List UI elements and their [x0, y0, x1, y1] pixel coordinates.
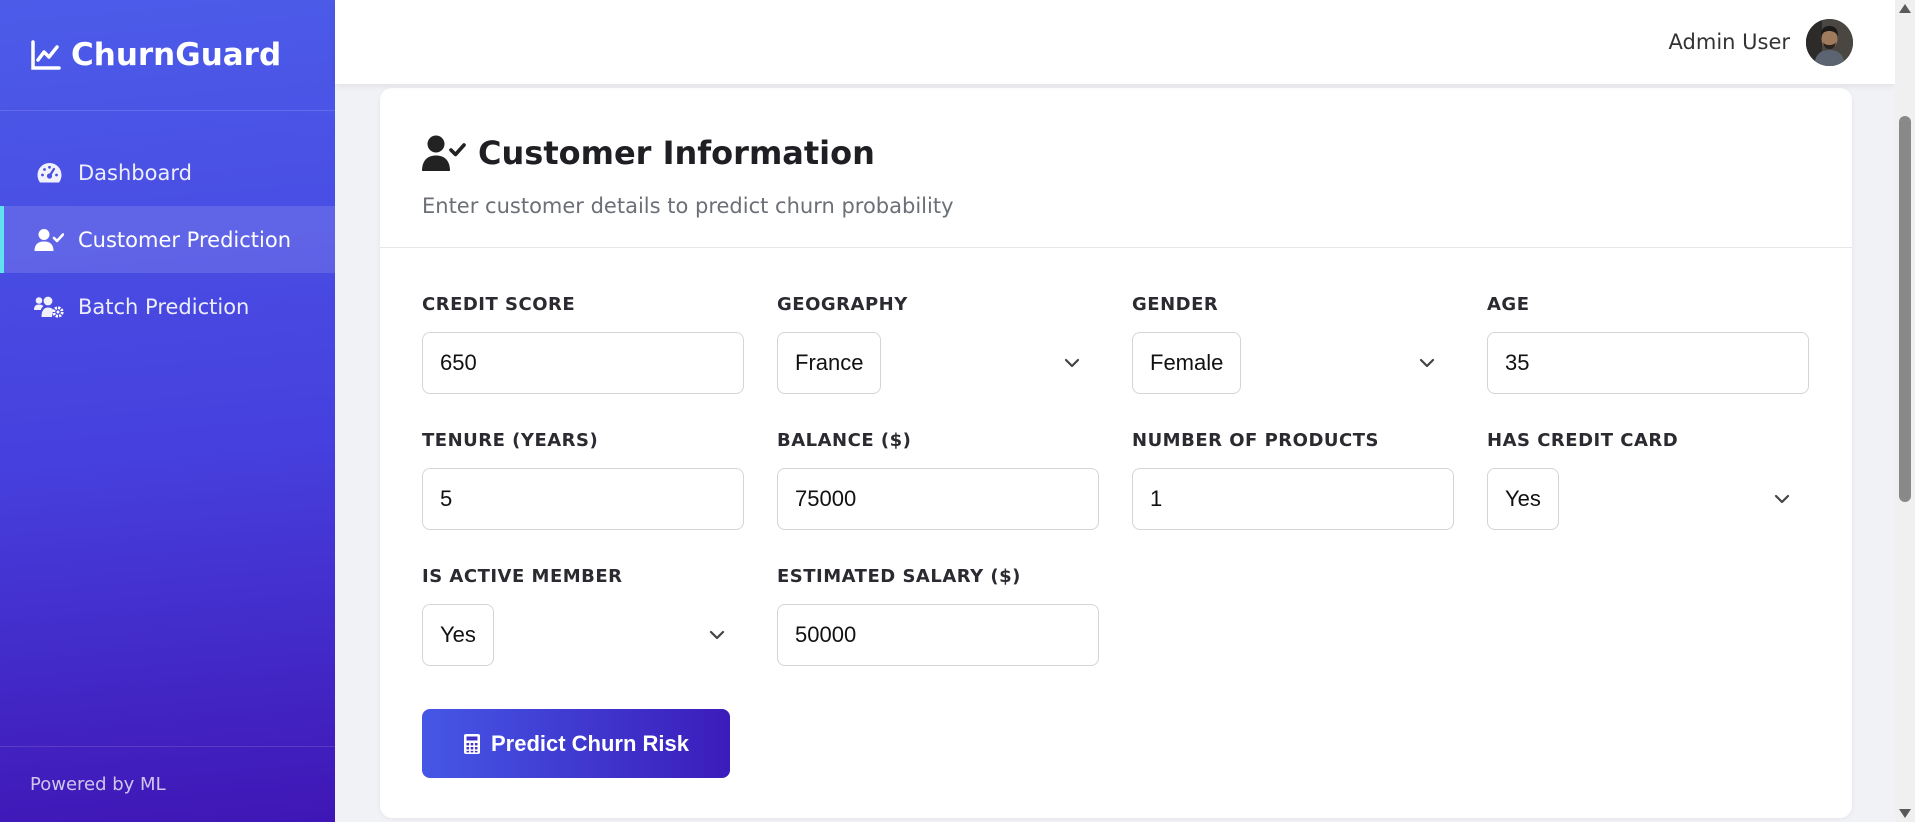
age-input[interactable]: 35 — [1487, 332, 1809, 394]
has-credit-card-label: HAS CREDIT CARD — [1487, 430, 1679, 451]
sidebar: ChurnGuard Dashboard Customer Prediction… — [0, 0, 335, 822]
age-label: AGE — [1487, 294, 1530, 315]
tenure-value: 5 — [440, 486, 453, 511]
brand-name: ChurnGuard — [71, 37, 282, 73]
sidebar-item-dashboard[interactable]: Dashboard — [0, 139, 335, 206]
sidebar-nav: Dashboard Customer Prediction Batch Pred… — [0, 139, 335, 340]
geography-label: GEOGRAPHY — [777, 294, 908, 315]
num-products-field: NUMBER OF PRODUCTS 1 — [1132, 430, 1454, 530]
chevron-down-icon — [1774, 494, 1790, 504]
gender-select[interactable]: Female — [1132, 332, 1454, 394]
has-credit-card-field: HAS CREDIT CARD Yes — [1487, 430, 1809, 530]
chevron-down-icon — [1419, 358, 1435, 368]
estimated-salary-field: ESTIMATED SALARY ($) 50000 — [777, 566, 1099, 666]
calculator-icon — [463, 733, 480, 754]
sidebar-item-label: Dashboard — [78, 160, 192, 185]
card-subtitle: Enter customer details to predict churn … — [422, 194, 954, 218]
sidebar-item-batch-prediction[interactable]: Batch Prediction — [0, 273, 335, 340]
tenure-input[interactable]: 5 — [422, 468, 744, 530]
page-scrollbar[interactable] — [1895, 0, 1915, 822]
users-gear-icon — [34, 294, 64, 320]
predict-button-label: Predict Churn Risk — [490, 730, 690, 756]
credit-score-input[interactable]: 650 — [422, 332, 744, 394]
has-credit-card-select[interactable]: Yes — [1487, 468, 1809, 530]
line-chart-icon — [31, 40, 61, 70]
chevron-down-icon — [709, 630, 725, 640]
balance-field: BALANCE ($) 75000 — [777, 430, 1099, 530]
estimated-salary-input[interactable]: 50000 — [777, 604, 1099, 666]
is-active-member-select[interactable]: Yes — [422, 604, 744, 666]
scroll-up-arrow-icon[interactable] — [1899, 4, 1911, 13]
balance-input[interactable]: 75000 — [777, 468, 1099, 530]
gauge-icon — [34, 160, 64, 186]
num-products-label: NUMBER OF PRODUCTS — [1132, 430, 1379, 451]
scroll-down-arrow-icon[interactable] — [1899, 809, 1911, 818]
estimated-salary-value: 50000 — [795, 622, 857, 647]
geography-select[interactable]: France — [777, 332, 1099, 394]
chevron-down-icon — [1064, 358, 1080, 368]
avatar[interactable] — [1806, 18, 1853, 66]
has-credit-card-selected[interactable]: Yes — [1487, 468, 1559, 530]
num-products-value: 1 — [1150, 486, 1163, 511]
scrollbar-thumb[interactable] — [1899, 116, 1911, 502]
geography-selected[interactable]: France — [777, 332, 882, 394]
sidebar-item-label: Customer Prediction — [78, 227, 292, 252]
balance-label: BALANCE ($) — [777, 430, 912, 451]
estimated-salary-label: ESTIMATED SALARY ($) — [777, 566, 1021, 587]
powered-by-text: Powered by ML — [30, 774, 166, 795]
age-field: AGE 35 — [1487, 294, 1809, 394]
card-title-row: Customer Information — [422, 134, 1852, 172]
age-value: 35 — [1505, 350, 1530, 375]
sidebar-item-label: Batch Prediction — [78, 294, 250, 319]
tenure-field: TENURE (YEARS) 5 — [422, 430, 744, 530]
balance-value: 75000 — [795, 486, 857, 511]
credit-score-value: 650 — [440, 350, 477, 375]
user-photo-icon — [1806, 18, 1853, 66]
is-active-member-field: IS ACTIVE MEMBER Yes — [422, 566, 744, 666]
sidebar-footer: Powered by ML — [0, 746, 335, 822]
user-check-icon — [422, 135, 466, 171]
is-active-member-selected[interactable]: Yes — [422, 604, 494, 666]
num-products-input[interactable]: 1 — [1132, 468, 1454, 530]
gender-field: GENDER Female — [1132, 294, 1454, 394]
is-active-member-label: IS ACTIVE MEMBER — [422, 566, 623, 587]
user-name[interactable]: Admin User — [1669, 30, 1790, 54]
page-title: Customer Information — [478, 134, 875, 172]
tenure-label: TENURE (YEARS) — [422, 430, 599, 451]
sidebar-item-customer-prediction[interactable]: Customer Prediction — [0, 206, 335, 273]
customer-info-card: Customer Information Enter customer deta… — [380, 88, 1852, 818]
predict-churn-button[interactable]: Predict Churn Risk — [422, 709, 730, 778]
gender-label: GENDER — [1132, 294, 1219, 315]
gender-selected[interactable]: Female — [1132, 332, 1242, 394]
credit-score-label: CREDIT SCORE — [422, 294, 576, 315]
user-check-icon — [34, 227, 64, 253]
credit-score-field: CREDIT SCORE 650 — [422, 294, 744, 394]
brand[interactable]: ChurnGuard — [0, 0, 335, 111]
geography-field: GEOGRAPHY France — [777, 294, 1099, 394]
top-header: Admin User — [335, 0, 1895, 84]
card-header: Customer Information Enter customer deta… — [380, 88, 1852, 248]
